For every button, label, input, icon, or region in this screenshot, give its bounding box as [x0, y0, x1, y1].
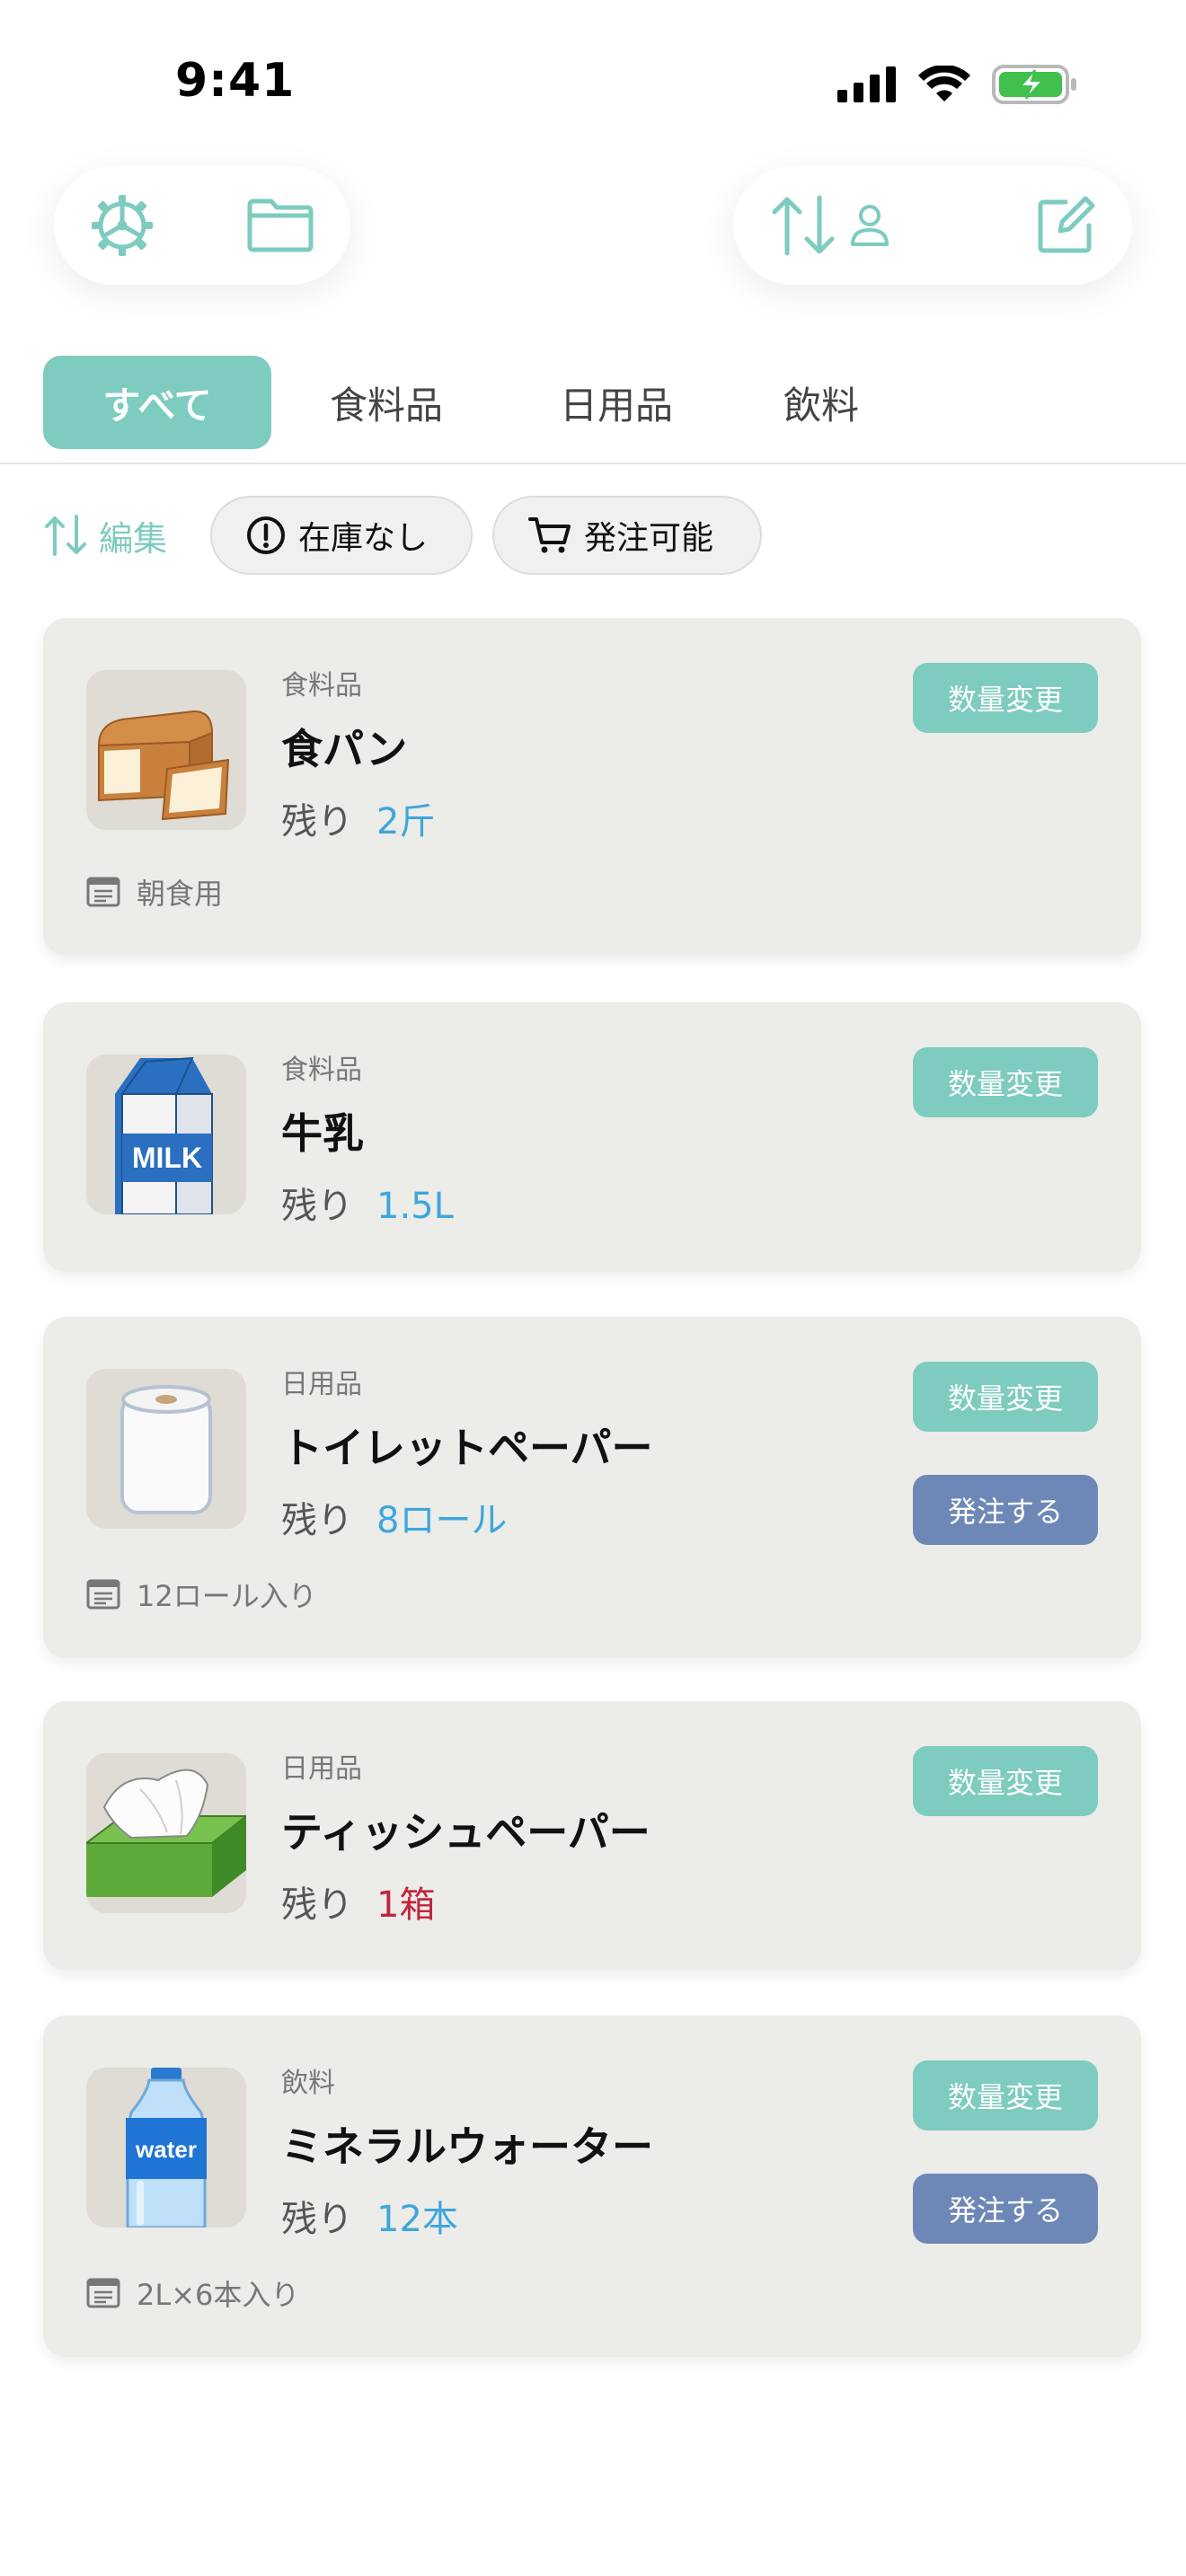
- compose-icon: [1038, 196, 1095, 253]
- item-category: 日用品: [281, 1753, 362, 1785]
- item-remaining: 残り 8ロール: [281, 1491, 507, 1543]
- item-remaining: 残り 1.5L: [281, 1177, 454, 1229]
- item-note-text: 2L×6本入り: [137, 2278, 300, 2312]
- item-name: 食パン: [281, 725, 408, 773]
- note-icon: [86, 877, 120, 907]
- note-icon: [86, 1579, 120, 1610]
- note-icon: [86, 2278, 120, 2308]
- item-remaining: 残り 12本: [281, 2190, 458, 2242]
- item-remaining: 残り 2斤: [281, 792, 435, 844]
- item-card[interactable]: water 飲料 ミネラルウォーター 残り 12本 数量変更 発注する 2L×6…: [43, 2016, 1141, 2357]
- folder-button[interactable]: [246, 198, 314, 253]
- item-remaining: 残り 1箱: [281, 1875, 435, 1928]
- water-bottle-icon: water: [86, 2068, 246, 2228]
- tabs-divider: [0, 463, 1186, 464]
- change-quantity-button[interactable]: 数量変更: [913, 1362, 1098, 1432]
- status-icons: [837, 65, 1078, 104]
- order-button[interactable]: 発注する: [913, 1475, 1098, 1545]
- remaining-quantity: 8ロール: [376, 1500, 508, 1541]
- item-card[interactable]: 日用品 ティッシュペーパー 残り 1箱 数量変更: [43, 1701, 1141, 1971]
- remaining-label: 残り: [281, 801, 353, 842]
- compose-button[interactable]: [1035, 195, 1096, 256]
- gear-icon: [92, 195, 153, 256]
- cart-icon: [528, 517, 571, 553]
- milk-label: MILK: [132, 1142, 202, 1174]
- item-category: 食料品: [281, 670, 362, 701]
- item-card[interactable]: MILK 食料品 牛乳 残り 1.5L 数量変更: [43, 1002, 1141, 1272]
- filter-orderable-label: 発注可能: [584, 520, 714, 557]
- bread-icon: [86, 670, 246, 830]
- item-note-text: 12ロール入り: [137, 1579, 317, 1613]
- remaining-quantity: 2斤: [376, 801, 436, 842]
- folder-icon: [247, 198, 314, 252]
- remaining-label: 残り: [281, 1884, 353, 1926]
- item-note: 朝食用: [86, 871, 223, 913]
- item-note: 2L×6本入り: [86, 2272, 299, 2314]
- tab-all[interactable]: すべて: [43, 356, 271, 449]
- user-icon: [851, 205, 889, 246]
- cellular-signal-icon: [837, 66, 896, 102]
- toolbar-left: [54, 166, 350, 285]
- remaining-quantity: 1.5L: [376, 1186, 454, 1227]
- item-name: 牛乳: [281, 1109, 364, 1158]
- remaining-quantity: 12本: [376, 2199, 458, 2240]
- filter-out-of-stock-label: 在庫なし: [298, 520, 429, 557]
- filter-orderable[interactable]: 発注可能: [492, 496, 763, 575]
- toilet-paper-icon: [86, 1369, 246, 1529]
- sort-by-user-button[interactable]: [769, 194, 890, 257]
- item-category: 飲料: [281, 2068, 335, 2099]
- change-quantity-button[interactable]: 数量変更: [913, 2060, 1098, 2130]
- water-label: water: [135, 2136, 197, 2163]
- item-category: 日用品: [281, 1369, 362, 1400]
- item-card[interactable]: 日用品 トイレットペーパー 残り 8ロール 数量変更 発注する 12ロール入り: [43, 1317, 1141, 1658]
- status-time: 9:41: [175, 54, 296, 108]
- milk-icon: MILK: [86, 1054, 246, 1214]
- remaining-label: 残り: [281, 1186, 353, 1227]
- tissue-box-icon: [86, 1753, 246, 1913]
- item-name: ミネラルウォーター: [281, 2122, 653, 2171]
- edit-label: 編集: [99, 518, 168, 559]
- item-category: 食料品: [281, 1054, 362, 1086]
- sort-arrows-icon: [45, 515, 86, 556]
- sort-arrows-icon: [772, 195, 835, 256]
- tab-drinks[interactable]: 飲料: [731, 356, 911, 449]
- toolbar-right: [733, 166, 1132, 285]
- item-note-text: 朝食用: [137, 877, 224, 911]
- filter-out-of-stock[interactable]: 在庫なし: [210, 496, 474, 575]
- wifi-icon: [918, 66, 970, 101]
- remaining-label: 残り: [281, 1500, 353, 1541]
- remaining-quantity: 1箱: [376, 1884, 436, 1926]
- category-tabs: すべて 食料品 日用品 飲料: [43, 356, 911, 449]
- item-card[interactable]: 食料品 食パン 残り 2斤 数量変更 朝食用: [43, 618, 1141, 956]
- item-name: トイレットペーパー: [281, 1424, 653, 1472]
- change-quantity-button[interactable]: 数量変更: [913, 663, 1098, 733]
- battery-charging-icon: [992, 65, 1076, 104]
- edit-button[interactable]: 編集: [43, 511, 167, 560]
- alert-circle-icon: [247, 516, 286, 554]
- item-note: 12ロール入り: [86, 1574, 317, 1615]
- item-name: ティッシュペーパー: [281, 1808, 651, 1857]
- change-quantity-button[interactable]: 数量変更: [913, 1746, 1098, 1816]
- status-bar: 9:41: [0, 0, 1186, 171]
- order-button[interactable]: 発注する: [913, 2174, 1098, 2244]
- change-quantity-button[interactable]: 数量変更: [913, 1047, 1098, 1117]
- settings-button[interactable]: [90, 193, 155, 258]
- tab-food[interactable]: 食料品: [271, 356, 501, 449]
- remaining-label: 残り: [281, 2199, 353, 2240]
- filter-row: 編集 在庫なし 発注可能: [43, 496, 782, 575]
- tab-daily-goods[interactable]: 日用品: [501, 356, 731, 449]
